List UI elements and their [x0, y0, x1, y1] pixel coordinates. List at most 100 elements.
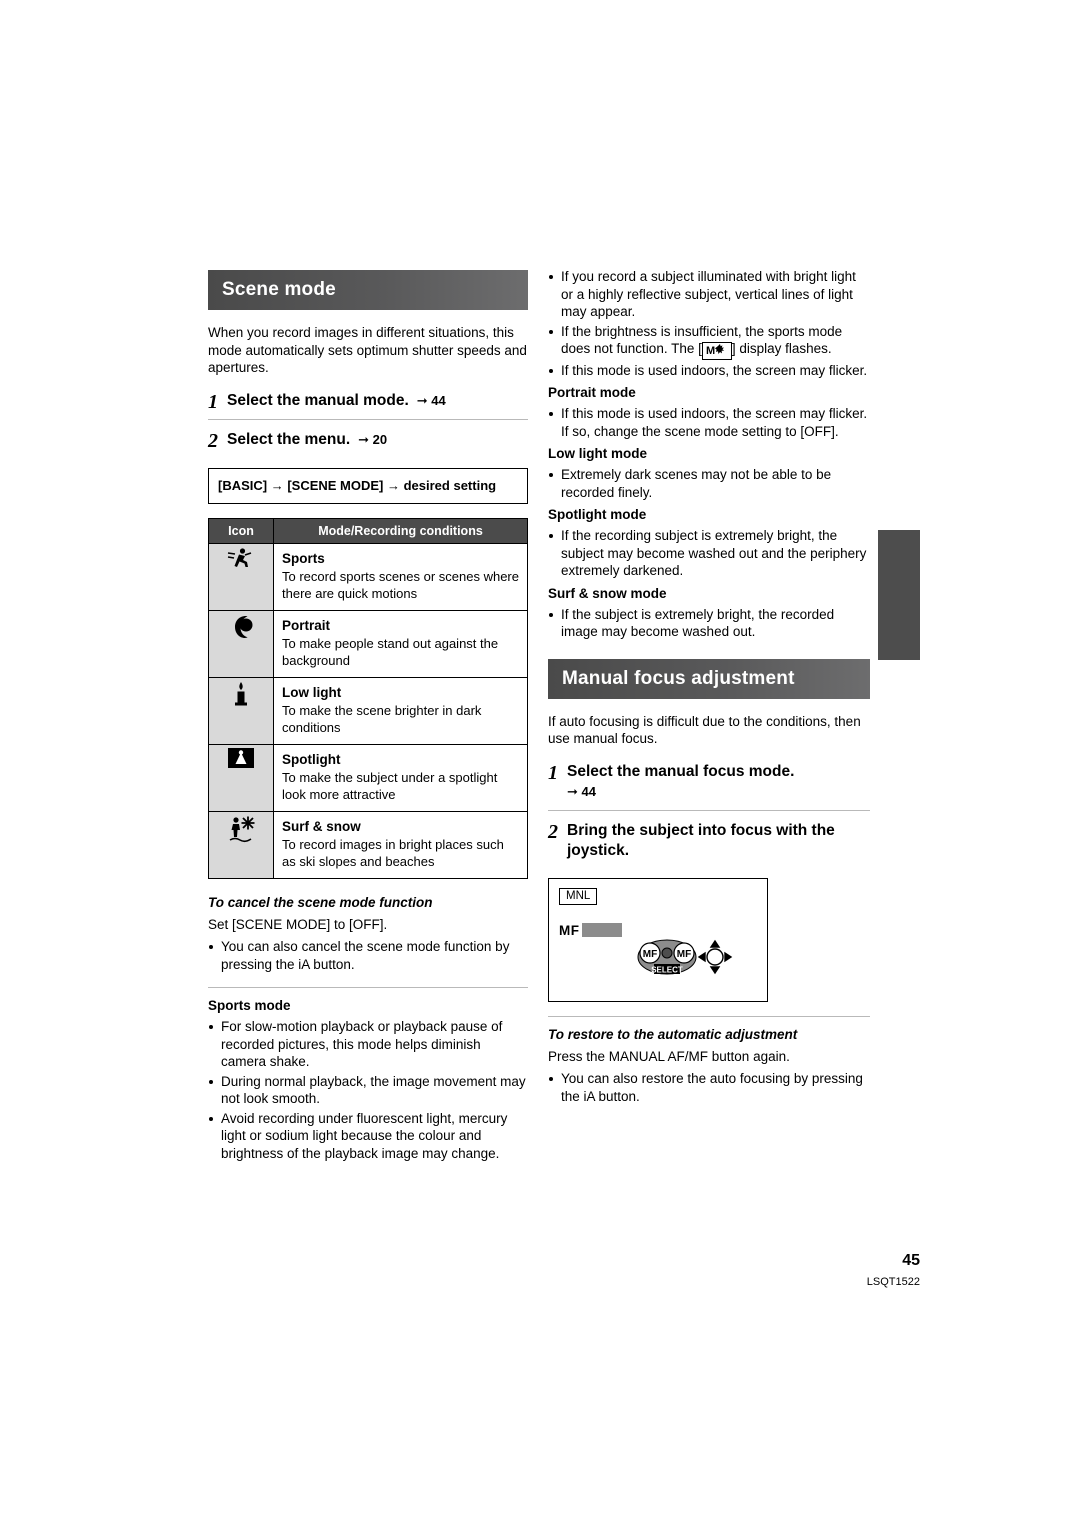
table-cell-description: Low light To make the scene brighter in …: [273, 676, 528, 745]
page-reference: ➞ 44: [416, 392, 446, 409]
page-reference: ➞ 20: [358, 431, 388, 448]
table-row: Spotlight To make the subject under a sp…: [208, 743, 528, 812]
divider: [208, 987, 528, 988]
divider: [548, 1015, 870, 1017]
step-text: Select the menu.: [227, 430, 351, 448]
manual-focus-banner: Manual focus adjustment: [548, 658, 870, 699]
page-edge-tab: [878, 530, 920, 660]
cancel-scene-mode-bullets: You can also cancel the scene mode funct…: [208, 938, 528, 973]
step-label: Select the manual mode. ➞ 44: [227, 391, 446, 412]
list-item: You can also cancel the scene mode funct…: [208, 938, 528, 973]
manual-focus-screen-illustration: MNL MF MF MF SELECT: [548, 877, 768, 1002]
portrait-person-icon: [208, 609, 274, 678]
mode-desc: To make the subject under a spotlight lo…: [282, 769, 498, 802]
list-item: Avoid recording under fluorescent light,…: [208, 1110, 528, 1163]
list-item: During normal playback, the image moveme…: [208, 1073, 528, 1108]
mnl-indicator: MNL: [559, 887, 598, 905]
table-row: Surf & snow To record images in bright p…: [208, 810, 528, 879]
mf-indicator-row: MF: [559, 923, 622, 938]
restore-auto-adjustment-heading: To restore to the automatic adjustment: [548, 1026, 798, 1042]
step-select-menu: 2 Select the menu. ➞ 20: [208, 430, 528, 458]
restore-auto-adjustment-bullets: You can also restore the auto focusing b…: [548, 1070, 870, 1105]
table-header-row: Icon Mode/Recording conditions: [208, 517, 528, 544]
mode-desc: To make people stand out against the bac…: [282, 635, 499, 668]
table-row: Sports To record sports scenes or scenes…: [208, 542, 528, 611]
cancel-scene-mode-text: Set [SCENE MODE] to [OFF].: [208, 916, 388, 932]
left-column: Scene mode When you record images in dif…: [208, 270, 528, 1168]
scene-mode-notes: If you record a subject illuminated with…: [548, 268, 870, 379]
step-number: 1: [548, 761, 558, 784]
mode-name: Spotlight: [282, 751, 341, 767]
table-header-icon: Icon: [208, 517, 274, 544]
spotlight-mode-bullets: If the recording subject is extremely br…: [548, 527, 870, 580]
mode-desc: To record sports scenes or scenes where …: [282, 568, 519, 601]
scene-mode-banner: Scene mode: [208, 270, 528, 310]
mf-label: MF: [559, 922, 580, 938]
cancel-scene-mode-heading: To cancel the scene mode function: [208, 894, 433, 910]
surf-snow-icon: [208, 810, 274, 879]
step-number: 2: [548, 820, 558, 843]
page-reference: ➞ 44: [567, 783, 596, 800]
right-column: If you record a subject illuminated with…: [548, 268, 870, 1111]
step-text: Select the manual mode.: [227, 391, 409, 409]
step-number: 2: [208, 429, 218, 452]
step-select-manual-mode: 1 Select the manual mode. ➞ 44: [208, 391, 528, 420]
page-number: 45: [902, 1252, 920, 1269]
portrait-mode-heading: Portrait mode: [548, 385, 636, 400]
mode-desc: To record images in bright places such a…: [282, 836, 504, 869]
list-item: If the subject is extremely bright, the …: [548, 606, 870, 641]
svg-text:MF: MF: [677, 949, 691, 960]
table-cell-description: Spotlight To make the subject under a sp…: [273, 743, 528, 812]
table-cell-description: Sports To record sports scenes or scenes…: [273, 542, 528, 611]
scene-mode-table: Icon Mode/Recording conditions Sports To…: [208, 517, 528, 879]
step-text: Select the manual focus mode.: [567, 762, 795, 780]
list-item: Extremely dark scenes may not be able to…: [548, 466, 870, 501]
restore-auto-adjustment-text: Press the MANUAL AF/MF button again.: [548, 1048, 790, 1064]
portrait-mode-bullets: If this mode is used indoors, the screen…: [548, 405, 870, 440]
step-bring-subject-into-focus: 2 Bring the subject into focus with the …: [548, 821, 870, 868]
list-item: For slow-motion playback or playback pau…: [208, 1018, 528, 1071]
table-cell-description: Surf & snow To record images in bright p…: [273, 810, 528, 879]
svg-text:MF: MF: [643, 949, 657, 960]
list-item: You can also restore the auto focusing b…: [548, 1070, 870, 1105]
mode-name: Low light: [282, 684, 342, 700]
list-item: If this mode is used indoors, the screen…: [548, 362, 870, 380]
list-item: If you record a subject illuminated with…: [548, 268, 870, 321]
low-light-candle-icon: [208, 676, 274, 745]
list-item: If the recording subject is extremely br…: [548, 527, 870, 580]
svg-text:SELECT: SELECT: [651, 965, 683, 974]
table-header-conditions: Mode/Recording conditions: [273, 517, 528, 544]
step-select-manual-focus-mode: 1 Select the manual focus mode. ➞ 44: [548, 762, 870, 811]
table-row: Portrait To make people stand out agains…: [208, 609, 528, 678]
joystick-illustration: MF MF SELECT: [637, 935, 733, 981]
sports-flash-indicator-icon: M: [701, 342, 732, 360]
surf-snow-mode-bullets: If the subject is extremely bright, the …: [548, 606, 870, 641]
sports-mode-bullets: For slow-motion playback or playback pau…: [208, 1018, 528, 1162]
sports-runner-icon: [208, 542, 274, 611]
list-item: If the brightness is insufficient, the s…: [548, 323, 870, 360]
mode-name: Surf & snow: [282, 818, 361, 834]
mode-name: Portrait: [282, 617, 331, 633]
table-row: Low light To make the scene brighter in …: [208, 676, 528, 745]
table-cell-description: Portrait To make people stand out agains…: [273, 609, 528, 678]
mf-focus-bar: [581, 923, 622, 937]
scene-mode-intro: When you record images in different situ…: [208, 325, 527, 375]
step-number: 1: [208, 390, 218, 413]
document-code: LSQT1522: [866, 1276, 920, 1288]
spotlight-icon: [208, 743, 274, 812]
step-label: Select the manual focus mode. ➞ 44: [567, 762, 794, 803]
sports-mode-heading: Sports mode: [208, 998, 291, 1013]
mode-desc: To make the scene brighter in dark condi…: [282, 702, 482, 735]
list-item: If this mode is used indoors, the screen…: [548, 405, 870, 440]
manual-focus-intro: If auto focusing is difficult due to the…: [548, 713, 861, 747]
spotlight-mode-heading: Spotlight mode: [548, 507, 647, 522]
step-label: Select the menu. ➞ 20: [227, 430, 387, 451]
low-light-mode-heading: Low light mode: [548, 446, 647, 461]
menu-path-box: [BASIC] → [SCENE MODE] → desired setting: [208, 467, 528, 504]
svg-text:M: M: [706, 345, 715, 356]
mode-name: Sports: [282, 550, 325, 566]
step-text: Bring the subject into focus with the jo…: [567, 821, 835, 859]
manual-page: Scene mode When you record images in dif…: [0, 0, 1080, 1528]
surf-snow-mode-heading: Surf & snow mode: [548, 585, 667, 601]
low-light-mode-bullets: Extremely dark scenes may not be able to…: [548, 466, 870, 501]
